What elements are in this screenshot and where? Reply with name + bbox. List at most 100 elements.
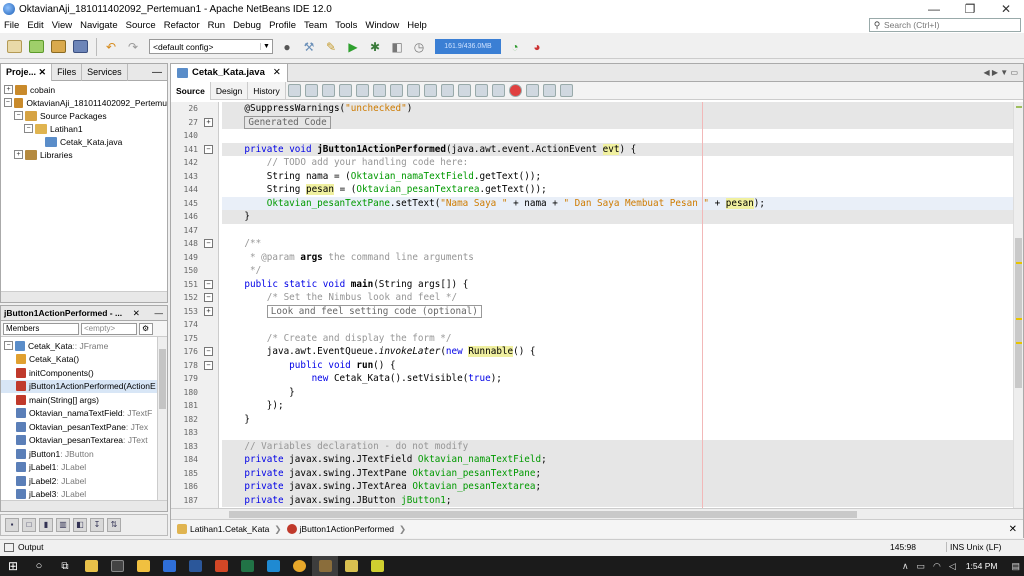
expand-fold-icon[interactable]: + [204, 117, 213, 127]
menu-view[interactable]: View [48, 20, 76, 31]
list-item[interactable]: Cetak_Kata() [1, 353, 167, 367]
filter-static-button[interactable]: □ [22, 518, 36, 532]
code-line[interactable]: 148− /** [171, 237, 1013, 251]
stop-macro-icon[interactable] [525, 84, 539, 97]
code-text[interactable]: private javax.swing.JTextArea Oktavian_p… [222, 480, 1013, 494]
list-item[interactable]: Oktavian_pesanTextarea : JText [1, 434, 167, 448]
menu-file[interactable]: File [0, 20, 23, 31]
list-item[interactable]: jButton1 : JButton [1, 447, 167, 461]
new-file-button[interactable] [4, 37, 24, 57]
design-view-button[interactable]: Design [211, 81, 249, 100]
code-text[interactable]: }); [222, 399, 1013, 413]
code-area[interactable]: 26 @SuppressWarnings("unchecked") 27 + Gen… [171, 102, 1013, 508]
close-icon[interactable]: ✕ [1009, 524, 1023, 535]
code-line[interactable]: 142 // TODO add your handling code here: [171, 156, 1013, 170]
collapse-icon[interactable]: − [4, 98, 12, 107]
code-line[interactable]: 26 @SuppressWarnings("unchecked") [171, 102, 1013, 116]
code-line[interactable]: 187 private javax.swing.JButton jButton1… [171, 493, 1013, 507]
tab-cetak-kata[interactable]: Cetak_Kata.java ✕ [171, 63, 288, 82]
menu-tools[interactable]: Tools [331, 20, 361, 31]
find-next-icon[interactable] [372, 84, 386, 97]
gc-button[interactable]: ◔ [505, 37, 525, 57]
menu-edit[interactable]: Edit [23, 20, 47, 31]
code-text[interactable]: private void jButton1ActionPerformed(jav… [222, 142, 1013, 156]
tree-node[interactable]: Cetak_Kata.java [1, 135, 167, 148]
menu-debug[interactable]: Debug [229, 20, 265, 31]
shift-left-icon[interactable] [474, 84, 488, 97]
code-line[interactable]: 143 String nama = (Oktavian_namaTextFiel… [171, 170, 1013, 184]
list-item[interactable]: − Cetak_Kata :: JFrame [1, 339, 167, 353]
code-text[interactable]: } [222, 386, 1013, 400]
minimize-panel-button[interactable]: — [147, 67, 167, 78]
code-text[interactable]: Oktavian_pesanTextPane.setText("Nama Say… [222, 196, 1013, 210]
back-icon[interactable] [304, 84, 318, 97]
code-line[interactable]: 152− /* Set the Nimbus look and feel */ [171, 291, 1013, 305]
code-line[interactable]: 149 * @param args the command line argum… [171, 251, 1013, 265]
code-text[interactable]: private javax.swing.JTextPane Oktavian_p… [222, 466, 1013, 480]
source-view-button[interactable]: Source [171, 81, 211, 100]
code-text[interactable]: new Cetak_Kata().setVisible(true); [222, 372, 1013, 386]
code-text[interactable]: public static void main(String args[]) { [222, 278, 1013, 292]
minimize-button[interactable]: — [916, 0, 952, 18]
profile-ide-button[interactable]: ◕ [527, 37, 547, 57]
shift-right-icon[interactable] [491, 84, 505, 97]
taskbar-app-netbeans[interactable] [312, 556, 338, 576]
code-line[interactable]: 185 private javax.swing.JTextPane Oktavi… [171, 466, 1013, 480]
wifi-icon[interactable]: ◠ [933, 561, 941, 572]
list-item[interactable]: jLabel2 : JLabel [1, 474, 167, 488]
code-text[interactable]: /* Create and display the form */ [222, 332, 1013, 346]
uncomment-icon[interactable] [559, 84, 573, 97]
code-line[interactable]: 181 }); [171, 399, 1013, 413]
profile-button[interactable]: ◧ [387, 37, 407, 57]
collapse-fold-icon[interactable]: − [204, 239, 213, 248]
code-text[interactable]: // TODO add your handling code here: [222, 156, 1013, 170]
find-icon[interactable] [338, 84, 352, 97]
menu-run[interactable]: Run [204, 20, 229, 31]
code-line[interactable]: 183 // Variables declaration - do not mo… [171, 439, 1013, 453]
tree-node[interactable]: + cobain [1, 83, 167, 96]
close-icon[interactable]: ✕ [273, 67, 281, 78]
taskbar-app-store[interactable] [78, 556, 104, 576]
close-button[interactable]: ✕ [988, 0, 1024, 18]
notification-icon[interactable]: ▤ [1011, 561, 1020, 572]
editor-horizontal-scrollbar[interactable] [171, 508, 1023, 519]
list-item[interactable]: jLabel3 : JLabel [1, 488, 167, 502]
next-bookmark-icon[interactable] [440, 84, 454, 97]
open-project-button[interactable] [48, 37, 68, 57]
list-item[interactable]: main(String[] args) [1, 393, 167, 407]
code-line[interactable]: 147 [171, 224, 1013, 238]
sort-name-button[interactable]: ↧ [90, 518, 104, 532]
horizontal-scrollbar[interactable] [1, 291, 167, 302]
taskbar-app-word[interactable] [182, 556, 208, 576]
menu-refactor[interactable]: Refactor [160, 20, 204, 31]
code-line[interactable]: 146 } [171, 210, 1013, 224]
list-item[interactable]: initComponents() [1, 366, 167, 380]
code-text[interactable]: Generated Code [222, 115, 1013, 129]
collapse-fold-icon[interactable]: − [204, 293, 213, 302]
code-line[interactable]: 150 */ [171, 264, 1013, 278]
code-text[interactable]: /** [222, 237, 1013, 251]
horizontal-scrollbar[interactable] [1, 500, 167, 511]
code-line[interactable]: 145 Oktavian_pesanTextPane.setText("Nama… [171, 196, 1013, 210]
taskbar-app-browser[interactable] [286, 556, 312, 576]
hammer-button[interactable]: ⚒ [299, 37, 319, 57]
code-line[interactable]: 176− java.awt.EventQueue.invokeLater(new… [171, 345, 1013, 359]
filter-inherited-button[interactable]: ▥ [56, 518, 70, 532]
code-text[interactable]: @SuppressWarnings("unchecked") [222, 102, 1013, 116]
expand-icon[interactable]: + [14, 150, 23, 159]
tab-files[interactable]: Files [52, 63, 83, 81]
chevron-up-icon[interactable]: ∧ [902, 561, 909, 572]
taskbar-app-other[interactable] [364, 556, 390, 576]
code-line[interactable]: 179 new Cetak_Kata().setVisible(true); [171, 372, 1013, 386]
clean-build-button[interactable]: ✎ [321, 37, 341, 57]
search-input[interactable]: Search (Ctrl+I) [884, 20, 940, 30]
close-icon[interactable]: ✕ [39, 67, 47, 77]
taskbar-app-powerpoint[interactable] [208, 556, 234, 576]
save-all-button[interactable] [70, 37, 90, 57]
task-view-button[interactable]: ⧉ [52, 556, 78, 576]
undo-button[interactable]: ↶ [101, 37, 121, 57]
vertical-scrollbar[interactable] [157, 337, 167, 500]
collapse-fold-icon[interactable]: − [204, 347, 213, 356]
code-text[interactable]: String pesan = (Oktavian_pesanTextarea.g… [222, 183, 1013, 197]
menu-help[interactable]: Help [403, 20, 431, 31]
